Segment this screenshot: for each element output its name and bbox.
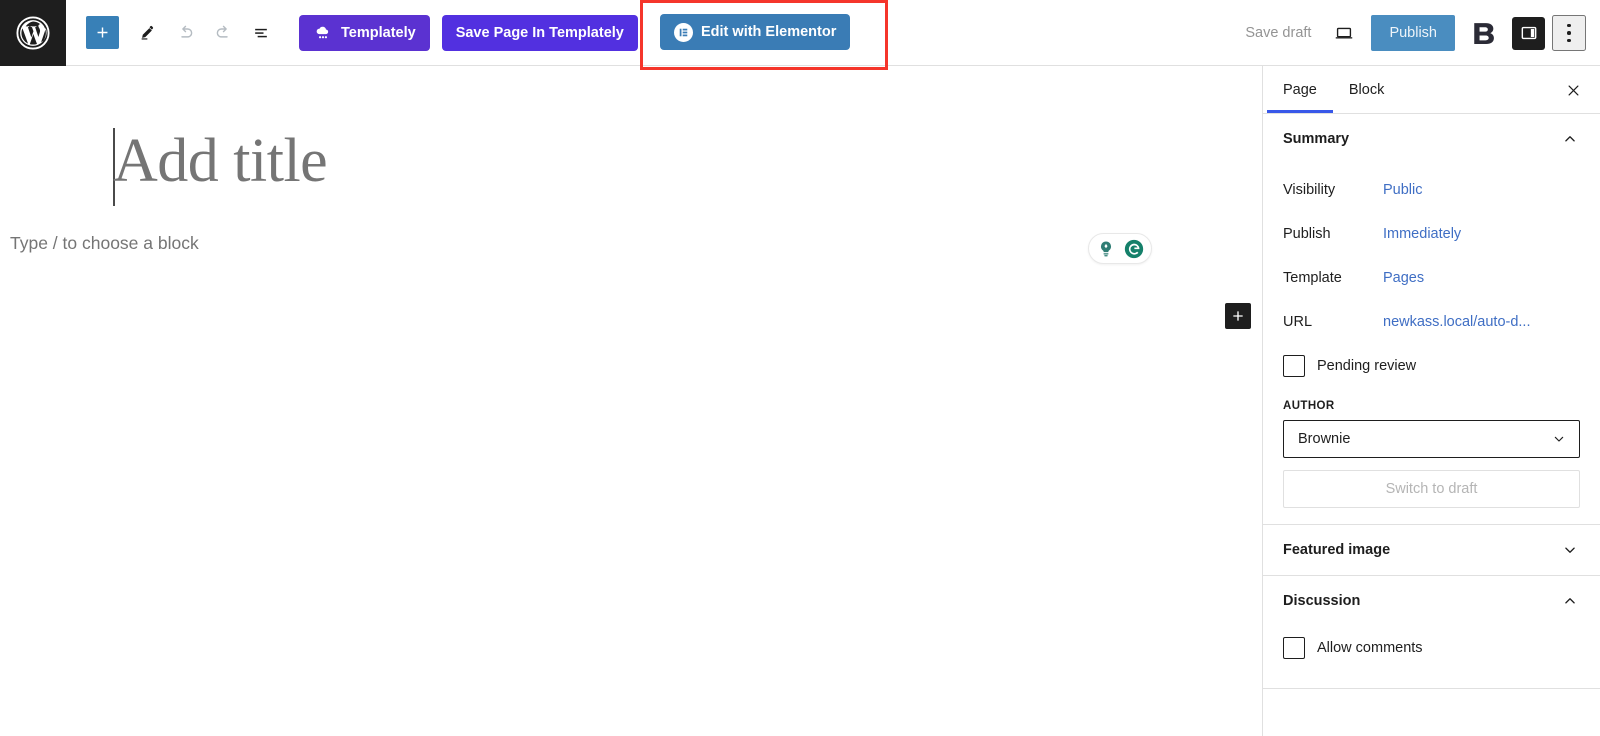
block-placeholder-text[interactable]: Type / to choose a block bbox=[10, 233, 199, 254]
label-visibility: Visibility bbox=[1283, 182, 1336, 198]
templately-cloud-icon bbox=[313, 23, 333, 43]
grammarly-widget[interactable] bbox=[1088, 233, 1152, 264]
value-template[interactable]: Pages bbox=[1383, 270, 1424, 286]
block-inserter-plus-icon[interactable] bbox=[1225, 303, 1251, 329]
label-publish: Publish bbox=[1283, 226, 1331, 242]
toolbar-right-tools: Save draft Publish bbox=[1233, 0, 1600, 66]
allow-comments-label: Allow comments bbox=[1317, 640, 1423, 656]
section-discussion: Discussion Allow comments bbox=[1263, 576, 1600, 689]
laptop-preview-icon[interactable] bbox=[1326, 15, 1362, 51]
publish-button[interactable]: Publish bbox=[1371, 15, 1455, 51]
allow-comments-checkbox[interactable] bbox=[1283, 637, 1305, 659]
label-template: Template bbox=[1283, 270, 1342, 286]
label-url: URL bbox=[1283, 314, 1313, 330]
row-url: URL newkass.local/auto-d... bbox=[1283, 300, 1580, 344]
section-featured-image: Featured image bbox=[1263, 525, 1600, 576]
wordpress-block-editor: Templately Save Page In Templately Edit … bbox=[0, 0, 1600, 736]
author-select[interactable]: Brownie bbox=[1283, 420, 1580, 458]
edit-with-elementor-wrapper: Edit with Elementor bbox=[660, 14, 851, 50]
value-url[interactable]: newkass.local/auto-d... bbox=[1383, 314, 1531, 330]
section-summary-header[interactable]: Summary bbox=[1263, 114, 1600, 164]
document-overview-list-icon[interactable] bbox=[243, 15, 279, 51]
pending-review-row[interactable]: Pending review bbox=[1283, 346, 1580, 386]
pending-review-checkbox[interactable] bbox=[1283, 355, 1305, 377]
settings-panel-icon[interactable] bbox=[1512, 16, 1545, 50]
section-discussion-body: Allow comments bbox=[1263, 628, 1600, 688]
elementor-circle-icon bbox=[674, 22, 693, 42]
chevron-up-icon bbox=[1561, 592, 1579, 610]
switch-to-draft-button[interactable]: Switch to draft bbox=[1283, 470, 1580, 508]
value-visibility[interactable]: Public bbox=[1383, 182, 1423, 198]
section-summary-title: Summary bbox=[1283, 131, 1350, 147]
author-select-value: Brownie bbox=[1298, 431, 1351, 447]
tools-pencil-icon[interactable] bbox=[129, 15, 165, 51]
section-featured-image-header[interactable]: Featured image bbox=[1263, 525, 1600, 575]
pending-review-label: Pending review bbox=[1317, 358, 1417, 374]
tab-block[interactable]: Block bbox=[1333, 66, 1400, 113]
row-template: Template Pages bbox=[1283, 256, 1580, 300]
save-page-in-templately-button[interactable]: Save Page In Templately bbox=[441, 14, 638, 51]
add-block-button[interactable] bbox=[86, 16, 119, 49]
editor-top-toolbar: Templately Save Page In Templately Edit … bbox=[0, 0, 1600, 70]
save-page-in-templately-label: Save Page In Templately bbox=[455, 24, 624, 41]
value-publish[interactable]: Immediately bbox=[1383, 226, 1461, 242]
grammarly-g-icon[interactable] bbox=[1121, 236, 1147, 262]
redo-arrow-icon[interactable] bbox=[205, 15, 241, 51]
chevron-down-icon bbox=[1551, 431, 1567, 447]
lightbulb-idea-icon[interactable] bbox=[1093, 236, 1119, 262]
section-summary-body: Visibility Public Publish Immediately Te… bbox=[1263, 164, 1600, 524]
chevron-up-icon bbox=[1561, 130, 1579, 148]
edit-with-elementor-label: Edit with Elementor bbox=[701, 24, 837, 40]
row-publish: Publish Immediately bbox=[1283, 212, 1580, 256]
author-group-label: AUTHOR bbox=[1283, 400, 1335, 412]
toolbar-left-tools: Templately Save Page In Templately bbox=[66, 0, 638, 66]
sidebar-tabs: Page Block bbox=[1263, 66, 1600, 114]
chevron-down-icon bbox=[1561, 541, 1579, 559]
editor-canvas[interactable]: Add title Type / to choose a block bbox=[0, 66, 1262, 736]
row-visibility: Visibility Public bbox=[1283, 168, 1580, 212]
section-summary: Summary Visibility Public Publish Immedi… bbox=[1263, 114, 1600, 525]
section-discussion-header[interactable]: Discussion bbox=[1263, 576, 1600, 626]
undo-arrow-icon[interactable] bbox=[167, 15, 203, 51]
essential-blocks-icon[interactable] bbox=[1467, 17, 1500, 50]
wordpress-logo-icon[interactable] bbox=[0, 0, 66, 66]
edit-with-elementor-button[interactable]: Edit with Elementor bbox=[660, 14, 851, 50]
post-title-input[interactable]: Add title bbox=[113, 130, 328, 192]
allow-comments-row[interactable]: Allow comments bbox=[1283, 628, 1580, 668]
section-discussion-title: Discussion bbox=[1283, 593, 1361, 609]
tab-page[interactable]: Page bbox=[1267, 66, 1333, 113]
three-dots-vertical-icon[interactable] bbox=[1552, 15, 1586, 51]
settings-sidebar: Page Block Summary Visibility Public Pub… bbox=[1262, 66, 1600, 736]
templately-button[interactable]: Templately bbox=[299, 14, 430, 51]
templately-button-label: Templately bbox=[341, 24, 416, 41]
section-featured-image-title: Featured image bbox=[1283, 542, 1391, 558]
save-draft-button[interactable]: Save draft bbox=[1233, 17, 1323, 49]
close-sidebar-icon[interactable] bbox=[1558, 75, 1588, 105]
